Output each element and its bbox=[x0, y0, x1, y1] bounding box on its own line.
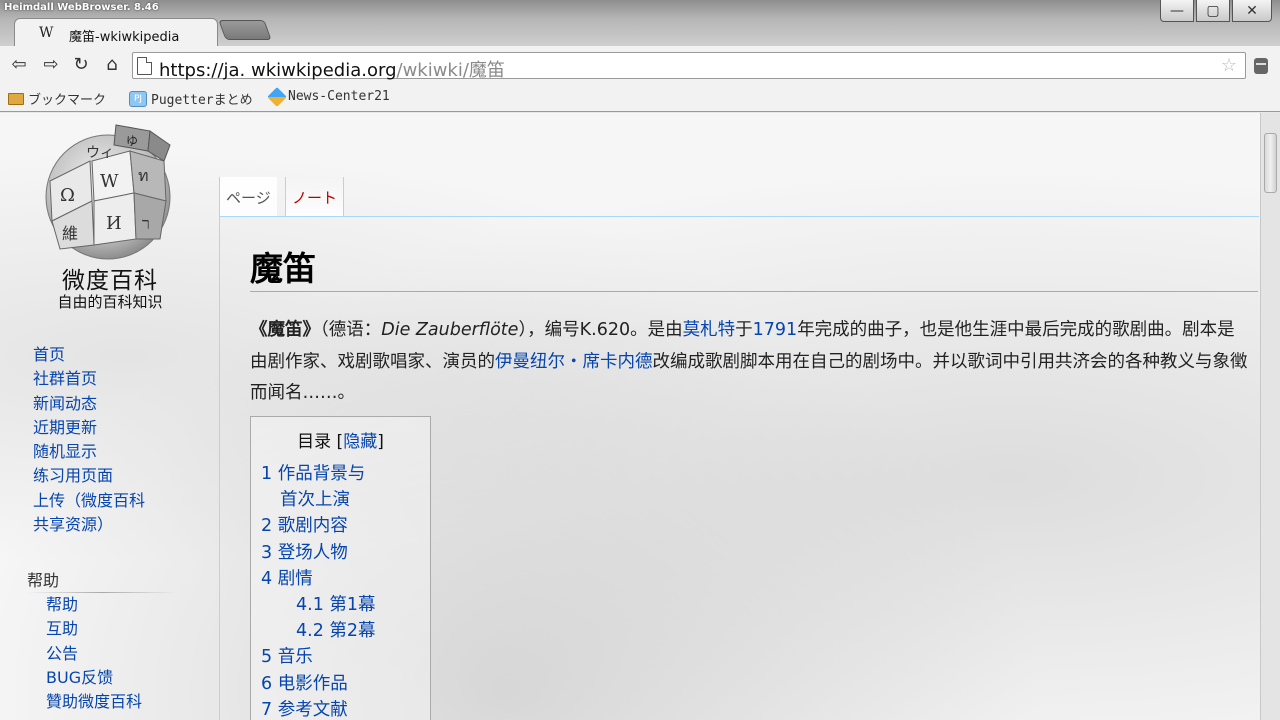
tab-page[interactable]: ページ bbox=[219, 177, 277, 217]
sidebar-item-upload[interactable]: 上传（微度百科 bbox=[33, 489, 213, 513]
lead-text: （德语： bbox=[320, 320, 382, 340]
lead-paragraph: 《魔笛》（德语：Die Zauberflöte），编号K.620。是由莫札特于1… bbox=[250, 315, 1250, 410]
page-icon bbox=[137, 57, 152, 75]
puzzle-globe-logo-icon[interactable]: Ω W ท 維 И ר ウィ ゆ bbox=[30, 121, 190, 271]
bookmarks-bar: ブックマーク PJ Pugetterまとめ News-Center21 bbox=[0, 86, 1280, 112]
new-tab-button[interactable] bbox=[218, 20, 272, 40]
table-of-contents: 目录 [隐藏] 1 作品背景与 首次上演 2 歌剧内容 3 登场人物 4 剧情 … bbox=[250, 416, 431, 720]
sidebar-item-recent-changes[interactable]: 近期更新 bbox=[33, 416, 213, 440]
tab-talk[interactable]: ノート bbox=[285, 177, 345, 217]
window-controls: — ▢ ✕ bbox=[1160, 0, 1272, 22]
sidebar-item-community[interactable]: 社群首页 bbox=[33, 367, 213, 391]
toc-item-films[interactable]: 6 电影作品 bbox=[261, 671, 431, 697]
wiki-favicon-icon: W bbox=[39, 25, 54, 41]
sidebar-item-village-pump[interactable]: 互助 bbox=[46, 617, 216, 641]
navigation-toolbar: ⇦ ⇨ ↻ ⌂ https://ja. wkiwkipedia.org/wkiw… bbox=[0, 46, 1280, 86]
link-mozart[interactable]: 莫札特 bbox=[683, 320, 736, 340]
lead-text: 于 bbox=[735, 320, 753, 340]
sidebar-item-random[interactable]: 随机显示 bbox=[33, 440, 213, 464]
bookmark-label: ブックマーク bbox=[28, 93, 107, 108]
minimize-button[interactable]: — bbox=[1160, 0, 1194, 22]
pj-icon: PJ bbox=[129, 90, 147, 107]
address-bar[interactable]: https://ja. wkiwkipedia.org/wkiwki/魔笛 ☆ bbox=[132, 52, 1246, 82]
help-heading[interactable]: 帮助 bbox=[27, 567, 59, 591]
sidebar-item-news[interactable]: 新闻动态 bbox=[33, 392, 213, 416]
toc-item-background[interactable]: 1 作品背景与 bbox=[261, 461, 431, 487]
maximize-button[interactable]: ▢ bbox=[1196, 0, 1230, 22]
svg-text:ר: ר bbox=[142, 214, 150, 233]
site-name: 微度百科 bbox=[62, 268, 158, 294]
close-button[interactable]: ✕ bbox=[1232, 0, 1272, 22]
toc-item-background-cont[interactable]: 首次上演 bbox=[261, 487, 431, 513]
home-icon[interactable]: ⌂ bbox=[101, 53, 123, 75]
svg-text:ท: ท bbox=[138, 166, 149, 185]
toc-title: 目录 [隐藏] bbox=[297, 432, 384, 452]
sidebar-navigation: 首页 社群首页 新闻动态 近期更新 随机显示 练习用页面 上传（微度百科 共享资… bbox=[33, 343, 213, 537]
bookmark-news-center[interactable]: News-Center21 bbox=[267, 86, 390, 107]
link-1791[interactable]: 1791 bbox=[753, 320, 798, 340]
cube-icon bbox=[267, 86, 287, 107]
bookmark-star-icon[interactable]: ☆ bbox=[1221, 55, 1237, 76]
sidebar-item-donate[interactable]: 贊助微度百科 bbox=[46, 690, 216, 714]
svg-text:W: W bbox=[100, 171, 119, 192]
lead-italic-title: Die Zauberflöte bbox=[381, 320, 519, 340]
scrollbar-thumb[interactable] bbox=[1264, 133, 1277, 193]
url-text[interactable]: https://ja. wkiwkipedia.org/wkiwki/魔笛 bbox=[159, 56, 505, 82]
forward-arrow-icon[interactable]: ⇨ bbox=[40, 53, 62, 75]
page-viewport: Ω W ท 維 И ר ウィ ゆ 微度百科 自由的百科知识 首页 社群首页 新闻… bbox=[0, 113, 1260, 720]
browser-menu-icon[interactable] bbox=[1254, 58, 1268, 74]
title-bar: Heimdall WebBrowser. 8.46 — ▢ ✕ W 魔笛-wki… bbox=[0, 0, 1280, 46]
folder-icon bbox=[8, 92, 24, 105]
toc-toggle-link[interactable]: 隐藏 bbox=[343, 432, 377, 452]
vertical-scrollbar[interactable] bbox=[1260, 113, 1280, 720]
sidebar-item-commons[interactable]: 共享资源） bbox=[33, 513, 213, 537]
svg-text:И: И bbox=[106, 213, 122, 234]
lead-bold-title: 《魔笛》 bbox=[250, 320, 320, 340]
toc-item-characters[interactable]: 3 登场人物 bbox=[261, 540, 431, 566]
heading-divider bbox=[250, 291, 1258, 292]
toc-item-act1[interactable]: 4.1 第1幕 bbox=[261, 592, 431, 618]
tab-title: 魔笛-wkiwkipedia bbox=[69, 30, 180, 45]
sidebar-item-help[interactable]: 帮助 bbox=[46, 593, 216, 617]
svg-text:ウィ: ウィ bbox=[86, 145, 114, 161]
site-tagline: 自由的百科知识 bbox=[57, 293, 163, 311]
help-navigation: 帮助 互助 公告 BUG反馈 贊助微度百科 bbox=[46, 593, 216, 714]
toc-heading: 目录 bbox=[297, 432, 332, 452]
url-host: https://ja. wkiwkipedia.org bbox=[159, 60, 397, 81]
toc-item-plot[interactable]: 4 剧情 bbox=[261, 566, 431, 592]
bookmark-label: Pugetterまとめ bbox=[151, 93, 253, 108]
app-title: Heimdall WebBrowser. 8.46 bbox=[4, 2, 159, 13]
sidebar-item-bug-report[interactable]: BUG反馈 bbox=[46, 666, 216, 690]
toc-item-references[interactable]: 7 参考文献 bbox=[261, 697, 431, 720]
back-arrow-icon[interactable]: ⇦ bbox=[8, 53, 30, 75]
url-path: /wkiwki/魔笛 bbox=[396, 60, 505, 81]
toc-item-act2[interactable]: 4.2 第2幕 bbox=[261, 618, 431, 644]
lead-text: ），编号K.620。是由 bbox=[518, 320, 683, 340]
svg-text:維: 維 bbox=[62, 224, 78, 243]
link-schikaneder[interactable]: 伊曼纽尔・席卡内德 bbox=[495, 352, 653, 372]
reload-icon[interactable]: ↻ bbox=[70, 53, 92, 75]
svg-text:Ω: Ω bbox=[60, 185, 75, 206]
sidebar-item-home[interactable]: 首页 bbox=[33, 343, 213, 367]
browser-tab[interactable]: W 魔笛-wkiwkipedia bbox=[14, 18, 218, 46]
bookmark-pugetter[interactable]: PJ Pugetterまとめ bbox=[129, 89, 253, 108]
toc-list: 1 作品背景与 首次上演 2 歌剧内容 3 登场人物 4 剧情 4.1 第1幕 … bbox=[261, 461, 431, 720]
sidebar-item-sandbox[interactable]: 练习用页面 bbox=[33, 464, 213, 488]
bookmark-label: News-Center21 bbox=[288, 89, 390, 104]
bookmark-folder[interactable]: ブックマーク bbox=[8, 89, 106, 108]
svg-text:ゆ: ゆ bbox=[126, 134, 138, 148]
page-title: 魔笛 bbox=[250, 249, 316, 288]
toc-item-music[interactable]: 5 音乐 bbox=[261, 644, 431, 670]
article-content: 魔笛 《魔笛》（德语：Die Zauberflöte），编号K.620。是由莫札… bbox=[219, 216, 1259, 720]
toc-item-opera-content[interactable]: 2 歌剧内容 bbox=[261, 513, 431, 539]
sidebar-item-announcements[interactable]: 公告 bbox=[46, 642, 216, 666]
